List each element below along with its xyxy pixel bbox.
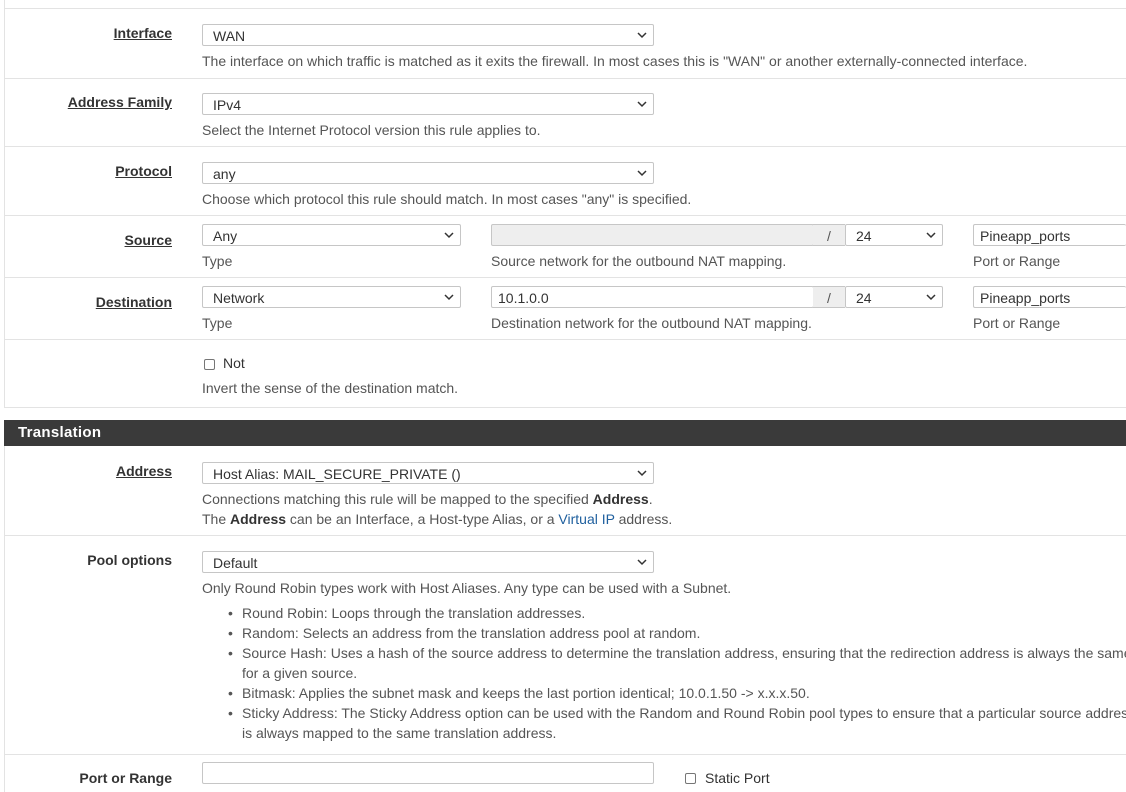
virtual-ip-link[interactable]: Virtual IP xyxy=(558,511,614,527)
help-bold-address: Address xyxy=(592,491,649,507)
protocol-select[interactable]: any xyxy=(202,162,654,184)
chevron-down-icon xyxy=(926,294,936,301)
help-bold-address: Address xyxy=(230,511,287,527)
destination-type-help: Type xyxy=(202,315,233,331)
chevron-down-icon xyxy=(637,170,647,177)
not-row xyxy=(4,340,1126,408)
source-label: Source xyxy=(124,232,172,248)
not-help: Invert the sense of the destination matc… xyxy=(202,380,459,396)
not-checkbox-label: Not xyxy=(223,355,245,371)
source-type-help: Type xyxy=(202,253,233,269)
pool-options-label: Pool options xyxy=(87,552,172,568)
chevron-down-icon xyxy=(444,294,454,301)
destination-network-help: Destination network for the outbound NAT… xyxy=(491,315,812,331)
source-port-input[interactable]: Pineapp_ports xyxy=(973,224,1126,246)
pool-option-text-continued: is always mapped to the same translation… xyxy=(242,725,557,741)
translation-section-title: Translation xyxy=(18,424,102,441)
static-port-label: Static Port xyxy=(705,770,770,786)
destination-network-input[interactable]: 10.1.0.0 xyxy=(491,286,814,308)
destination-mask-select[interactable]: 24 xyxy=(845,286,943,308)
chevron-down-icon xyxy=(926,232,936,239)
pool-options-list: Round Robin: Loops through the translati… xyxy=(202,603,1126,743)
pool-option-text: Bitmask: Applies the subnet mask and kee… xyxy=(242,685,810,701)
chevron-down-icon xyxy=(637,32,647,39)
translation-address-value: Host Alias: MAIL_SECURE_PRIVATE () xyxy=(213,466,461,482)
destination-port-input[interactable]: Pineapp_ports xyxy=(973,286,1126,308)
pool-options-value: Default xyxy=(213,555,258,571)
source-mask-select[interactable]: 24 xyxy=(845,224,943,246)
not-checkbox[interactable] xyxy=(204,359,215,370)
chevron-down-icon xyxy=(637,101,647,108)
destination-label: Destination xyxy=(95,294,172,310)
address-family-help: Select the Internet Protocol version thi… xyxy=(202,122,541,138)
translation-address-label: Address xyxy=(115,463,172,479)
chevron-down-icon xyxy=(637,470,647,477)
pool-options-help: Only Round Robin types work with Host Al… xyxy=(202,580,732,596)
help-text: The xyxy=(202,511,231,527)
protocol-help: Choose which protocol this rule should m… xyxy=(202,191,692,207)
destination-mask-separator: / xyxy=(813,286,845,308)
interface-select-value: WAN xyxy=(213,28,246,44)
address-family-select[interactable]: IPv4 xyxy=(202,93,654,115)
source-port-help: Port or Range xyxy=(973,253,1061,269)
source-mask-separator: / xyxy=(813,224,845,246)
port-or-range-label: Port or Range xyxy=(79,770,172,786)
interface-help: The interface on which traffic is matche… xyxy=(202,53,1028,69)
chevron-down-icon xyxy=(444,232,454,239)
pool-option-text: Random: Selects an address from the tran… xyxy=(242,625,701,641)
help-text: . xyxy=(648,491,653,507)
help-text: can be an Interface, a Host-type Alias, … xyxy=(286,511,559,527)
destination-type-select[interactable]: Network xyxy=(202,286,461,308)
pool-option-item: Source Hash: Uses a hash of the source a… xyxy=(202,643,1126,683)
translation-section-header: Translation xyxy=(4,420,1126,446)
translation-address-select[interactable]: Host Alias: MAIL_SECURE_PRIVATE () xyxy=(202,462,654,484)
port-or-range-input[interactable] xyxy=(202,762,654,784)
pool-options-select[interactable]: Default xyxy=(202,551,654,573)
protocol-select-value: any xyxy=(213,166,236,182)
protocol-label: Protocol xyxy=(115,163,172,179)
pool-option-text: Round Robin: Loops through the translati… xyxy=(242,605,586,621)
pool-option-text: Sticky Address: The Sticky Address optio… xyxy=(242,705,1126,721)
pool-option-item: Round Robin: Loops through the translati… xyxy=(202,603,1126,623)
destination-mask-value: 24 xyxy=(856,290,872,306)
help-text: Connections matching this rule will be m… xyxy=(202,491,593,507)
interface-select[interactable]: WAN xyxy=(202,24,654,46)
translation-address-help-1: Connections matching this rule will be m… xyxy=(202,491,653,507)
static-port-checkbox[interactable] xyxy=(685,773,696,784)
address-family-select-value: IPv4 xyxy=(213,97,242,113)
source-network-input[interactable] xyxy=(491,224,814,246)
pool-option-item: Random: Selects an address from the tran… xyxy=(202,623,1126,643)
interface-label: Interface xyxy=(113,25,172,41)
pool-option-item: Bitmask: Applies the subnet mask and kee… xyxy=(202,683,1126,703)
help-text: address. xyxy=(614,511,673,527)
pool-option-item: Sticky Address: The Sticky Address optio… xyxy=(202,703,1126,743)
pool-option-text-continued: for a given source. xyxy=(242,665,358,681)
destination-port-help: Port or Range xyxy=(973,315,1061,331)
source-type-select[interactable]: Any xyxy=(202,224,461,246)
pool-option-text: Source Hash: Uses a hash of the source a… xyxy=(242,645,1126,661)
source-mask-value: 24 xyxy=(856,228,872,244)
destination-type-value: Network xyxy=(213,290,265,306)
source-type-value: Any xyxy=(213,228,238,244)
chevron-down-icon xyxy=(637,559,647,566)
address-family-label: Address Family xyxy=(67,94,172,110)
translation-address-help-2: The Address can be an Interface, a Host-… xyxy=(202,511,672,527)
source-network-help: Source network for the outbound NAT mapp… xyxy=(491,253,787,269)
